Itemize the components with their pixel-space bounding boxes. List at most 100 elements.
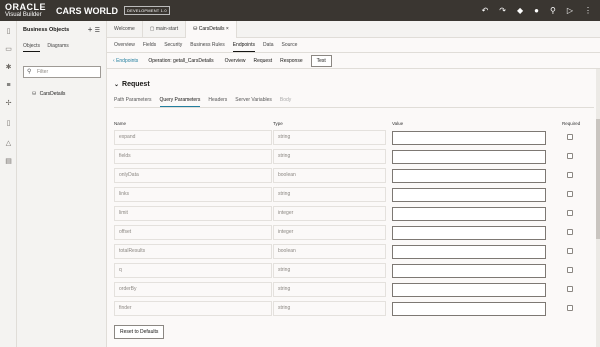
top-bar: ORACLE Visual Builder CARS WORLD DEVELOP… — [0, 0, 600, 21]
play-icon[interactable]: ▷ — [567, 6, 573, 15]
doc-tab-carsdetails[interactable]: ⛁ CarsDetails × — [186, 21, 237, 38]
param-value-input[interactable] — [392, 131, 546, 145]
param-value-input[interactable] — [392, 302, 546, 316]
back-label: Endpoints — [116, 57, 139, 64]
tab-query-parameters[interactable]: Query Parameters — [159, 97, 201, 107]
tab-request[interactable]: Request — [253, 58, 272, 64]
tab-headers[interactable]: Headers — [208, 97, 227, 107]
oracle-logo: ORACLE Visual Builder — [5, 3, 46, 19]
database-icon: ⛁ — [32, 91, 37, 97]
tab-business-rules[interactable]: Business Rules — [190, 38, 224, 52]
table-row: fields string — [107, 149, 600, 165]
tab-endpoints[interactable]: Endpoints — [232, 38, 255, 52]
request-heading[interactable]: ⌄ Request — [114, 81, 150, 88]
business-objects-icon[interactable]: ≡ — [4, 81, 13, 90]
undo-icon[interactable]: ↶ — [482, 6, 489, 15]
tab-response[interactable]: Response — [280, 58, 303, 64]
param-value-input[interactable] — [392, 150, 546, 164]
required-checkbox[interactable] — [567, 153, 573, 159]
required-checkbox[interactable] — [567, 134, 573, 140]
tree-item-carsdetails[interactable]: ⛁ CarsDetails — [32, 91, 65, 97]
param-value-input[interactable] — [392, 264, 546, 278]
endpoint-toolbar: ‹ Endpoints Operation: getall_CarsDetail… — [107, 53, 600, 69]
param-type: string — [273, 130, 386, 145]
param-value-input[interactable] — [392, 283, 546, 297]
param-name: limit — [114, 206, 272, 221]
doc-tab-label: CarsDetails — [198, 26, 225, 32]
required-checkbox[interactable] — [567, 172, 573, 178]
vertical-scrollbar[interactable] — [596, 69, 600, 347]
navigator-rail: ▯ ▭ ✱ ≡ ✢ ▯ △ ▤ — [0, 21, 17, 347]
request-section: ⌄ Request Path Parameters Query Parameter… — [107, 69, 600, 347]
scrollbar-thumb[interactable] — [596, 119, 600, 239]
services-icon[interactable]: ✱ — [4, 63, 13, 72]
table-row: finder string — [107, 301, 600, 317]
tab-overview[interactable]: Overview — [114, 38, 135, 52]
param-type: boolean — [273, 244, 386, 259]
param-value-input[interactable] — [392, 226, 546, 240]
param-type: integer — [273, 206, 386, 221]
param-type: string — [273, 149, 386, 164]
doc-tab-main-start[interactable]: ▢ main-start — [143, 21, 187, 38]
param-name: orderBy — [114, 282, 272, 297]
table-row: offset integer — [107, 225, 600, 241]
tab-security[interactable]: Security — [164, 38, 182, 52]
param-value-input[interactable] — [392, 169, 546, 183]
environment-badge[interactable]: DEVELOPMENT 1.0 — [124, 6, 170, 15]
deploy-icon[interactable]: ◆ — [517, 6, 523, 15]
menu-icon[interactable]: ⋮ — [584, 6, 592, 15]
user-icon[interactable]: ● — [534, 6, 539, 15]
param-value-input[interactable] — [392, 207, 546, 221]
search-icon: ⚲ — [27, 69, 32, 75]
param-value-input[interactable] — [392, 245, 546, 259]
divider — [114, 107, 594, 108]
tab-objects[interactable]: Objects — [23, 43, 40, 52]
mobile-apps-icon[interactable]: ▯ — [4, 27, 13, 36]
close-icon[interactable]: × — [225, 26, 229, 32]
processes-icon[interactable]: △ — [4, 139, 13, 148]
required-checkbox[interactable] — [567, 210, 573, 216]
tab-endpoint-overview[interactable]: Overview — [225, 58, 246, 64]
param-type: boolean — [273, 168, 386, 183]
tab-server-variables[interactable]: Server Variables — [235, 97, 272, 107]
column-header-value: Value — [392, 121, 404, 126]
param-type: string — [273, 263, 386, 278]
list-menu-icon[interactable]: ☰ — [95, 28, 100, 34]
test-button[interactable]: Test — [310, 54, 332, 67]
param-name: finder — [114, 301, 272, 316]
brand-line2: Visual Builder — [5, 12, 42, 18]
tab-diagrams[interactable]: Diagrams — [47, 43, 68, 49]
required-checkbox[interactable] — [567, 267, 573, 273]
tab-data[interactable]: Data — [263, 38, 274, 52]
panel-title: Business Objects — [23, 27, 70, 33]
chevron-down-icon: ⌄ — [114, 82, 120, 88]
panel-tabs: Objects Diagrams — [23, 43, 75, 52]
redo-icon[interactable]: ↷ — [499, 6, 506, 15]
search-icon[interactable]: ⚲ — [550, 6, 556, 15]
required-checkbox[interactable] — [567, 286, 573, 292]
filter-input[interactable]: ⚲ Filter — [23, 66, 101, 78]
param-type: integer — [273, 225, 386, 240]
tab-fields[interactable]: Fields — [143, 38, 156, 52]
param-type: string — [273, 187, 386, 202]
tab-path-parameters[interactable]: Path Parameters — [114, 97, 152, 107]
param-name: q — [114, 263, 272, 278]
tree-item-label: CarsDetails — [39, 91, 66, 97]
components-icon[interactable]: ✢ — [4, 99, 13, 108]
required-checkbox[interactable] — [567, 305, 573, 311]
filter-placeholder: Filter — [37, 69, 49, 75]
required-checkbox[interactable] — [567, 191, 573, 197]
web-apps-icon[interactable]: ▭ — [4, 45, 13, 54]
table-row: limit integer — [107, 206, 600, 222]
param-value-input[interactable] — [392, 188, 546, 202]
tab-source[interactable]: Source — [282, 38, 298, 52]
required-checkbox[interactable] — [567, 248, 573, 254]
doc-tab-welcome[interactable]: Welcome — [107, 21, 143, 38]
required-checkbox[interactable] — [567, 229, 573, 235]
layouts-icon[interactable]: ▯ — [4, 119, 13, 128]
reset-to-defaults-button[interactable]: Reset to Defaults — [114, 325, 165, 339]
back-to-endpoints-link[interactable]: ‹ Endpoints — [113, 58, 138, 64]
source-icon[interactable]: ▤ — [4, 157, 13, 166]
table-row: onlyData boolean — [107, 168, 600, 184]
add-icon[interactable]: + — [88, 25, 93, 34]
